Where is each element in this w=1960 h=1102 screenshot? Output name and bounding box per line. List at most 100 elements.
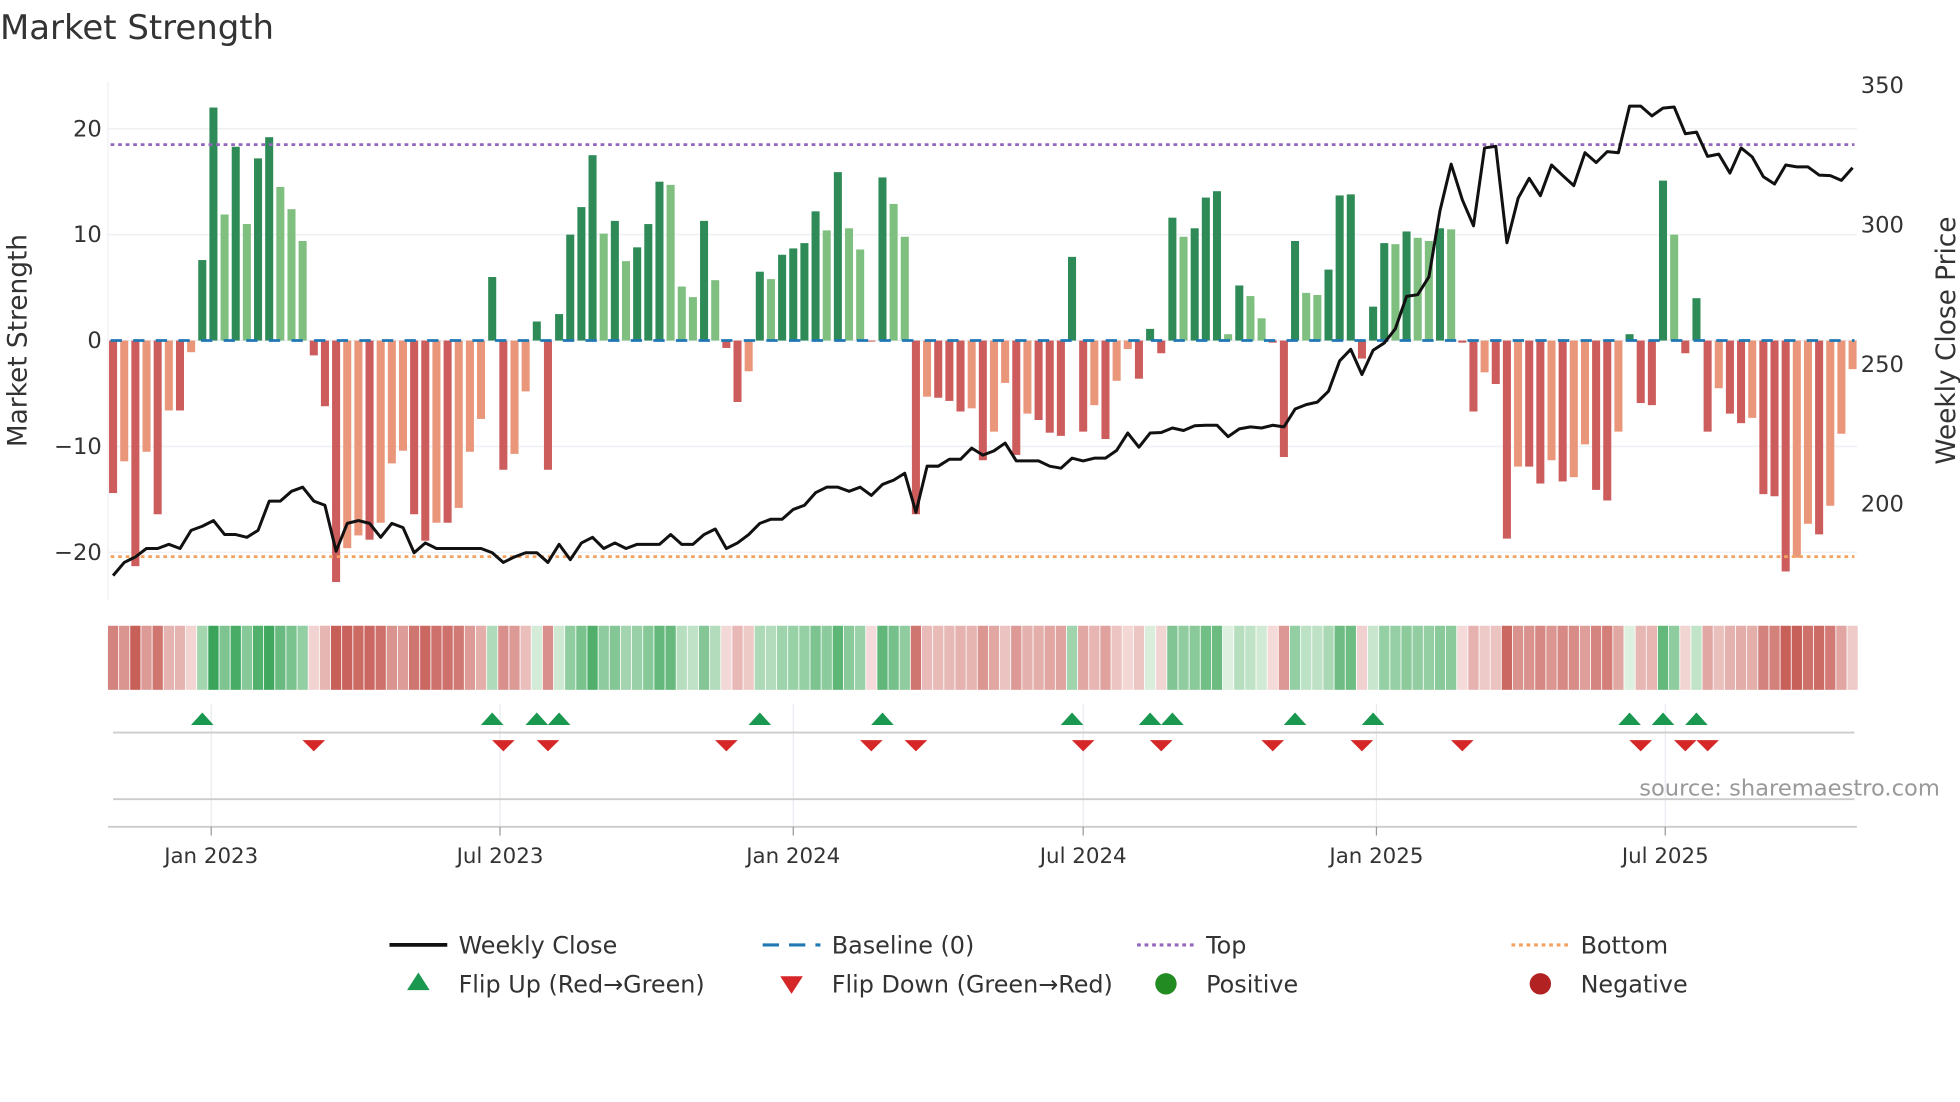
strip-cell: [219, 625, 230, 690]
strength-bar: [778, 254, 787, 341]
strength-bar: [733, 340, 742, 402]
strip-cell: [1713, 625, 1724, 690]
strip-cell: [765, 625, 777, 690]
strip-cell: [1100, 625, 1111, 690]
strip-cell: [197, 625, 208, 690]
strip-cell: [1446, 625, 1457, 690]
strip-cell: [1724, 625, 1736, 690]
strip-cell: [1669, 625, 1680, 690]
strip-cell: [1211, 625, 1223, 690]
strip-cell: [1479, 625, 1490, 690]
strength-bar: [543, 340, 552, 470]
strength-bar: [254, 158, 263, 341]
strip-cell: [776, 625, 788, 690]
strip-cell: [710, 625, 721, 690]
strip-cell: [743, 625, 754, 690]
legend-label: Weekly Close: [459, 932, 618, 960]
strip-cell: [531, 625, 542, 690]
strength-bar: [187, 340, 196, 353]
strip-cell: [1178, 625, 1189, 690]
strength-bar: [1357, 340, 1366, 359]
strip-cell: [1546, 625, 1557, 690]
strength-bar: [1725, 340, 1734, 414]
y-tick-label: 20: [73, 116, 102, 142]
strip-cell: [408, 625, 420, 690]
strength-bar: [1034, 340, 1043, 420]
strength-bar: [978, 340, 987, 461]
strip-cell: [843, 625, 855, 690]
strength-bar: [1302, 292, 1311, 341]
strength-bar: [410, 340, 419, 515]
strip-cell: [353, 625, 364, 690]
strength-bar: [120, 340, 129, 462]
strip-cell: [587, 625, 598, 690]
strip-cell: [1167, 625, 1178, 690]
strip-cell: [1312, 625, 1323, 690]
strip-cell: [1535, 625, 1546, 690]
strip-cell: [1635, 625, 1646, 690]
strip-cell: [1044, 625, 1055, 690]
strip-cell: [1189, 625, 1200, 690]
strip-cell: [308, 625, 319, 690]
strip-cell: [1390, 625, 1401, 690]
y2-tick-label: 200: [1861, 491, 1904, 517]
flip-up-marker: [1685, 712, 1708, 726]
strip-cell: [676, 625, 687, 690]
y-axis-title: Market Strength: [3, 234, 33, 447]
strip-cell: [1301, 625, 1312, 690]
strength-bar: [1369, 306, 1378, 341]
strip-cell: [185, 625, 197, 690]
strength-bar: [1435, 228, 1445, 341]
strength-bar: [1748, 340, 1757, 418]
strip-cell: [1111, 625, 1122, 690]
strength-bar: [588, 155, 597, 341]
strip-cell: [1490, 625, 1501, 690]
strength-bar: [1815, 340, 1824, 535]
strength-bar: [1313, 295, 1322, 341]
flip-down-marker: [860, 740, 883, 752]
flip-down-marker: [1149, 740, 1173, 752]
strip-cell: [576, 625, 587, 690]
strip-cell: [1791, 625, 1802, 690]
strip-cell: [130, 625, 141, 690]
strength-bar: [700, 220, 709, 341]
strength-bar: [1257, 318, 1266, 341]
flip-up-marker: [1651, 712, 1675, 726]
strength-bar: [789, 248, 798, 341]
strength-bar: [387, 340, 396, 464]
strength-bar: [343, 340, 352, 549]
strip-cell: [754, 625, 765, 690]
x-tick-label: Jan 2024: [744, 844, 840, 869]
strength-bar: [220, 214, 229, 341]
strength-bar: [1079, 340, 1088, 432]
strength-bar: [131, 340, 140, 567]
strength-bar: [577, 207, 586, 341]
strength-bar: [1614, 340, 1623, 432]
flip-down-marker: [536, 740, 560, 752]
strip-cell: [1524, 625, 1535, 690]
flip-down-marker: [492, 740, 515, 752]
strip-cell: [609, 625, 621, 690]
strength-bar: [1480, 340, 1489, 373]
strip-cell: [1691, 625, 1702, 690]
strength-bar: [822, 230, 831, 341]
axes: 20 10 0 −10 −20 350 300 250 200 Jan 2023 Jul 2023 J…: [54, 73, 1904, 869]
flip-down-marker: [1450, 740, 1474, 752]
strip-cell: [1066, 625, 1078, 690]
strip-cell: [888, 625, 899, 690]
strength-bar: [677, 286, 686, 341]
strip-cell: [1646, 625, 1658, 690]
strength-bar: [521, 340, 530, 392]
strength-bar: [142, 340, 151, 452]
strength-bar: [1714, 340, 1723, 389]
strength-bar: [175, 340, 185, 411]
strength-bar: [1636, 340, 1645, 404]
strength-bar: [1558, 340, 1567, 482]
flip-down-marker: [904, 740, 928, 752]
strip-cell: [687, 625, 699, 690]
strip-cell: [977, 625, 988, 690]
strength-bar: [1346, 194, 1355, 341]
strip-cell: [910, 625, 922, 690]
strength-bar: [1179, 236, 1188, 341]
strength-bar: [1514, 340, 1523, 467]
